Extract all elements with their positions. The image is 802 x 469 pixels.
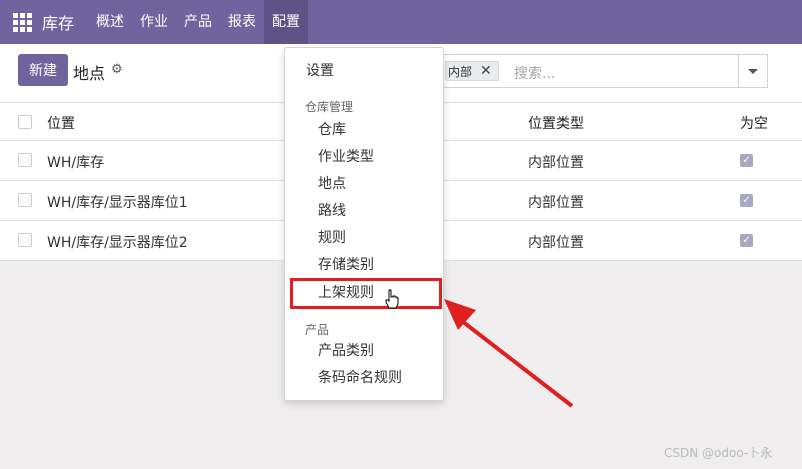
watermark: CSDN @odoo-卜永: [664, 446, 773, 460]
annotation-arrow-icon: [444, 299, 574, 408]
